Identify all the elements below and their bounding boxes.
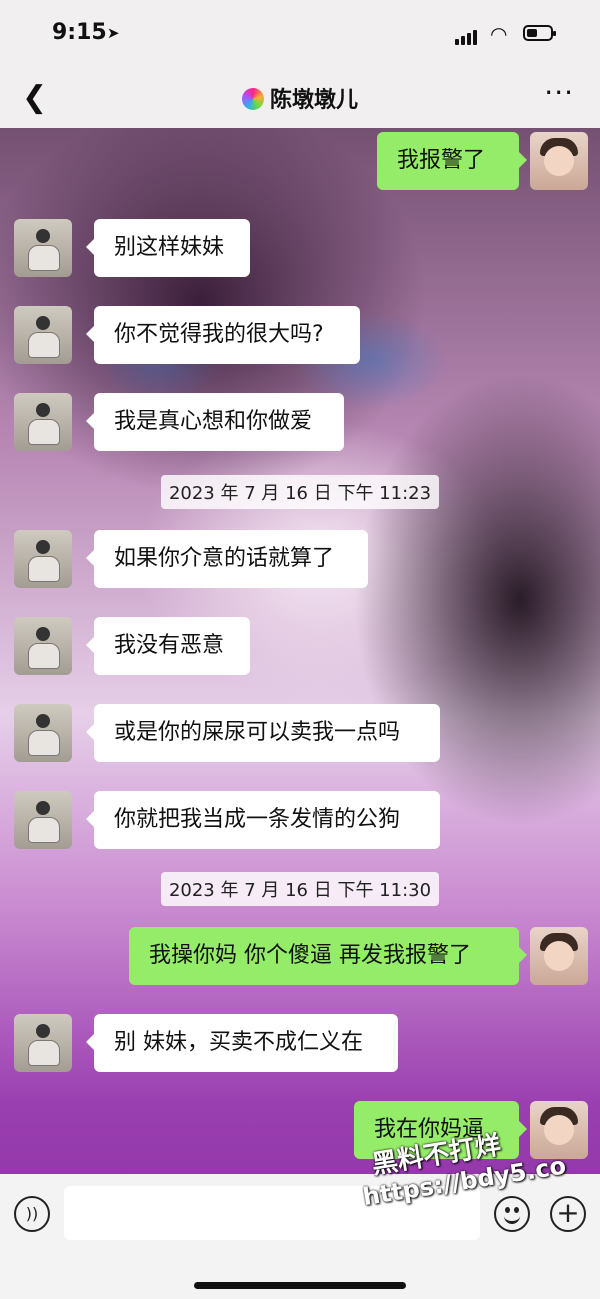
status-bar: 9:15 ➤ ◠: [0, 0, 600, 66]
message-bubble-outgoing[interactable]: 我报警了: [377, 132, 527, 190]
emoji-button[interactable]: [494, 1196, 530, 1232]
contact-avatar[interactable]: [14, 219, 72, 277]
input-bar: )) +: [0, 1174, 600, 1299]
contact-avatar[interactable]: [14, 704, 72, 762]
message-bubble-incoming[interactable]: 别 妹妹，买卖不成仁义在: [86, 1014, 398, 1072]
my-avatar[interactable]: [530, 927, 588, 985]
my-avatar[interactable]: [530, 132, 588, 190]
message-bubble-incoming[interactable]: 我是真心想和你做爱: [86, 393, 344, 451]
message-bubble-incoming[interactable]: 我没有恶意: [86, 617, 250, 675]
message-bubble-incoming[interactable]: 你不觉得我的很大吗?: [86, 306, 360, 364]
chat-title: 陈墩墩儿: [0, 82, 600, 114]
wifi-icon: ◠: [490, 22, 508, 46]
message-bubble-outgoing[interactable]: 我操你妈 你个傻逼 再发我报警了: [129, 927, 527, 985]
battery-icon: [523, 25, 556, 41]
message-list[interactable]: 我报警了 别这样妹妹 你不觉得我的很大吗? 我是真心想和你做爱 2023 年 7…: [0, 128, 600, 1174]
timestamp-text: 2023 年 7 月 16 日 下午 11:30: [160, 872, 440, 906]
contact-avatar[interactable]: [14, 306, 72, 364]
more-options-button[interactable]: ···: [544, 76, 574, 109]
voice-input-button[interactable]: )): [14, 1196, 50, 1232]
timestamp: 2023 年 7 月 16 日 下午 11:23: [0, 475, 600, 509]
contact-avatar[interactable]: [14, 1014, 72, 1072]
message-bubble-incoming[interactable]: 你就把我当成一条发情的公狗: [86, 791, 440, 849]
contact-avatar[interactable]: [14, 393, 72, 451]
contact-avatar[interactable]: [14, 530, 72, 588]
more-actions-button[interactable]: +: [550, 1196, 586, 1232]
message-bubble-incoming[interactable]: 或是你的屎尿可以卖我一点吗: [86, 704, 440, 762]
cellular-signal-icon: [455, 26, 479, 45]
chat-header: ❮ 陈墩墩儿 ···: [0, 66, 600, 128]
timestamp-text: 2023 年 7 月 16 日 下午 11:23: [160, 475, 440, 509]
contact-avatar[interactable]: [14, 791, 72, 849]
location-arrow-icon: ➤: [107, 24, 120, 42]
timestamp: 2023 年 7 月 16 日 下午 11:30: [0, 872, 600, 906]
status-time: 9:15: [52, 20, 107, 45]
chat-title-text: 陈墩墩儿: [269, 88, 358, 113]
home-indicator[interactable]: [194, 1282, 406, 1289]
message-bubble-incoming[interactable]: 如果你介意的话就算了: [86, 530, 368, 588]
lollipop-emoji-icon: [241, 88, 264, 110]
message-bubble-incoming[interactable]: 别这样妹妹: [86, 219, 250, 277]
contact-avatar[interactable]: [14, 617, 72, 675]
